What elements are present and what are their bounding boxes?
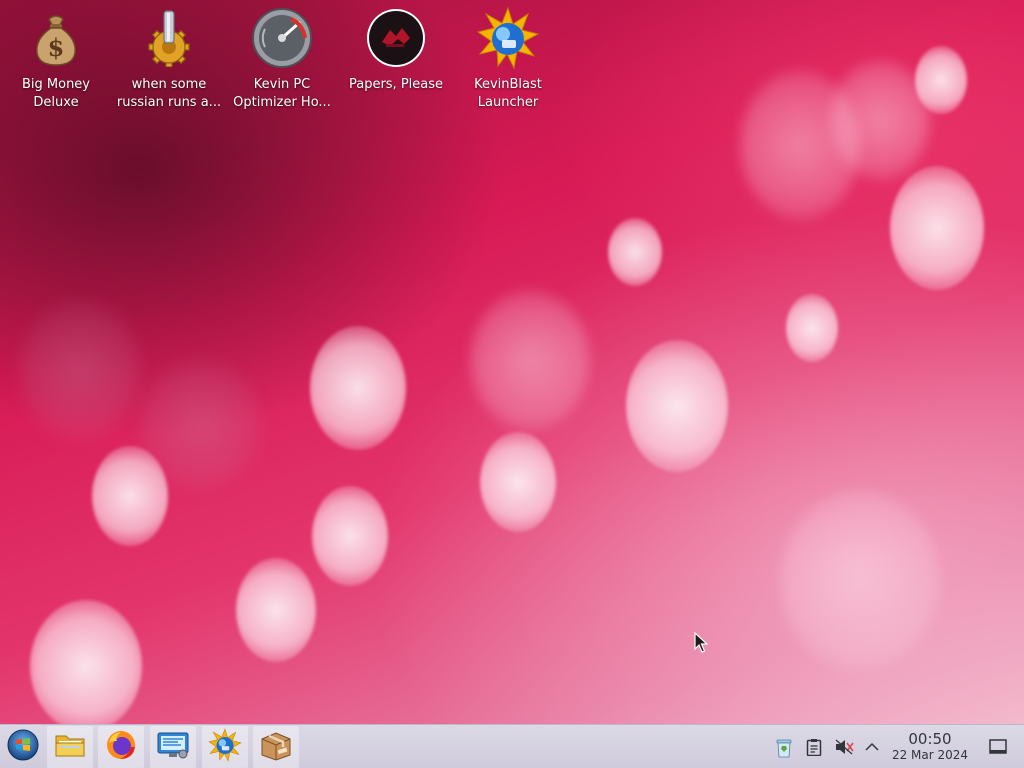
windows-orb-icon [6,728,40,766]
clipboard-icon[interactable] [803,736,825,758]
digital-clock[interactable]: 00:50 22 Mar 2024 [884,730,976,763]
folder-icon [54,731,86,763]
desktop-wallpaper[interactable]: $ Big Money Deluxe when some russian run… [0,0,1024,724]
taskbar-file-manager-button[interactable] [47,726,93,768]
desktop-icon-big-money-deluxe[interactable]: $ Big Money Deluxe [1,6,111,112]
desktop-icon-label: when some russian runs a... [116,77,222,110]
desktop-icon-kevinblast-launcher[interactable]: KevinBlast Launcher [453,6,563,112]
kevinblast-icon [208,728,242,766]
taskbar-kevinblast-button[interactable] [202,726,248,768]
desktop-icon-label: Kevin PC Optimizer Ho... [233,77,331,110]
desktop-icon-kevin-pc-optimizer[interactable]: Kevin PC Optimizer Ho... [227,6,337,112]
svg-text:$: $ [48,33,65,62]
package-box-icon [259,729,293,765]
taskbar-package-manager-button[interactable] [253,726,299,768]
gauge-icon [250,6,314,70]
monitor-icon [156,730,190,764]
chevron-up-icon[interactable] [861,736,883,758]
start-menu-button[interactable] [0,726,46,768]
taskbar-system-monitor-button[interactable] [150,726,196,768]
recycle-bin-icon[interactable] [773,736,795,758]
show-desktop-icon[interactable] [987,736,1009,758]
money-bag-icon: $ [24,6,88,70]
mouse-cursor-icon [694,631,709,658]
papers-please-icon [364,6,428,70]
gear-icon [137,6,201,70]
kevinblast-icon [476,6,540,70]
desktop-icon-when-some-russian-runs[interactable]: when some russian runs a... [114,6,224,112]
firefox-icon [105,729,137,765]
desktop-icon-label: Papers, Please [348,77,444,92]
desktop-icon-label: Big Money Deluxe [21,77,90,110]
desktop-icon-label: KevinBlast Launcher [474,77,542,110]
clock-date: 22 Mar 2024 [891,748,969,762]
taskbar: 00:50 22 Mar 2024 [0,724,1024,768]
volume-muted-icon[interactable] [833,736,855,758]
taskbar-firefox-button[interactable] [98,726,144,768]
desktop-icon-papers-please[interactable]: Papers, Please [341,6,451,94]
clock-time: 00:50 [908,730,952,748]
